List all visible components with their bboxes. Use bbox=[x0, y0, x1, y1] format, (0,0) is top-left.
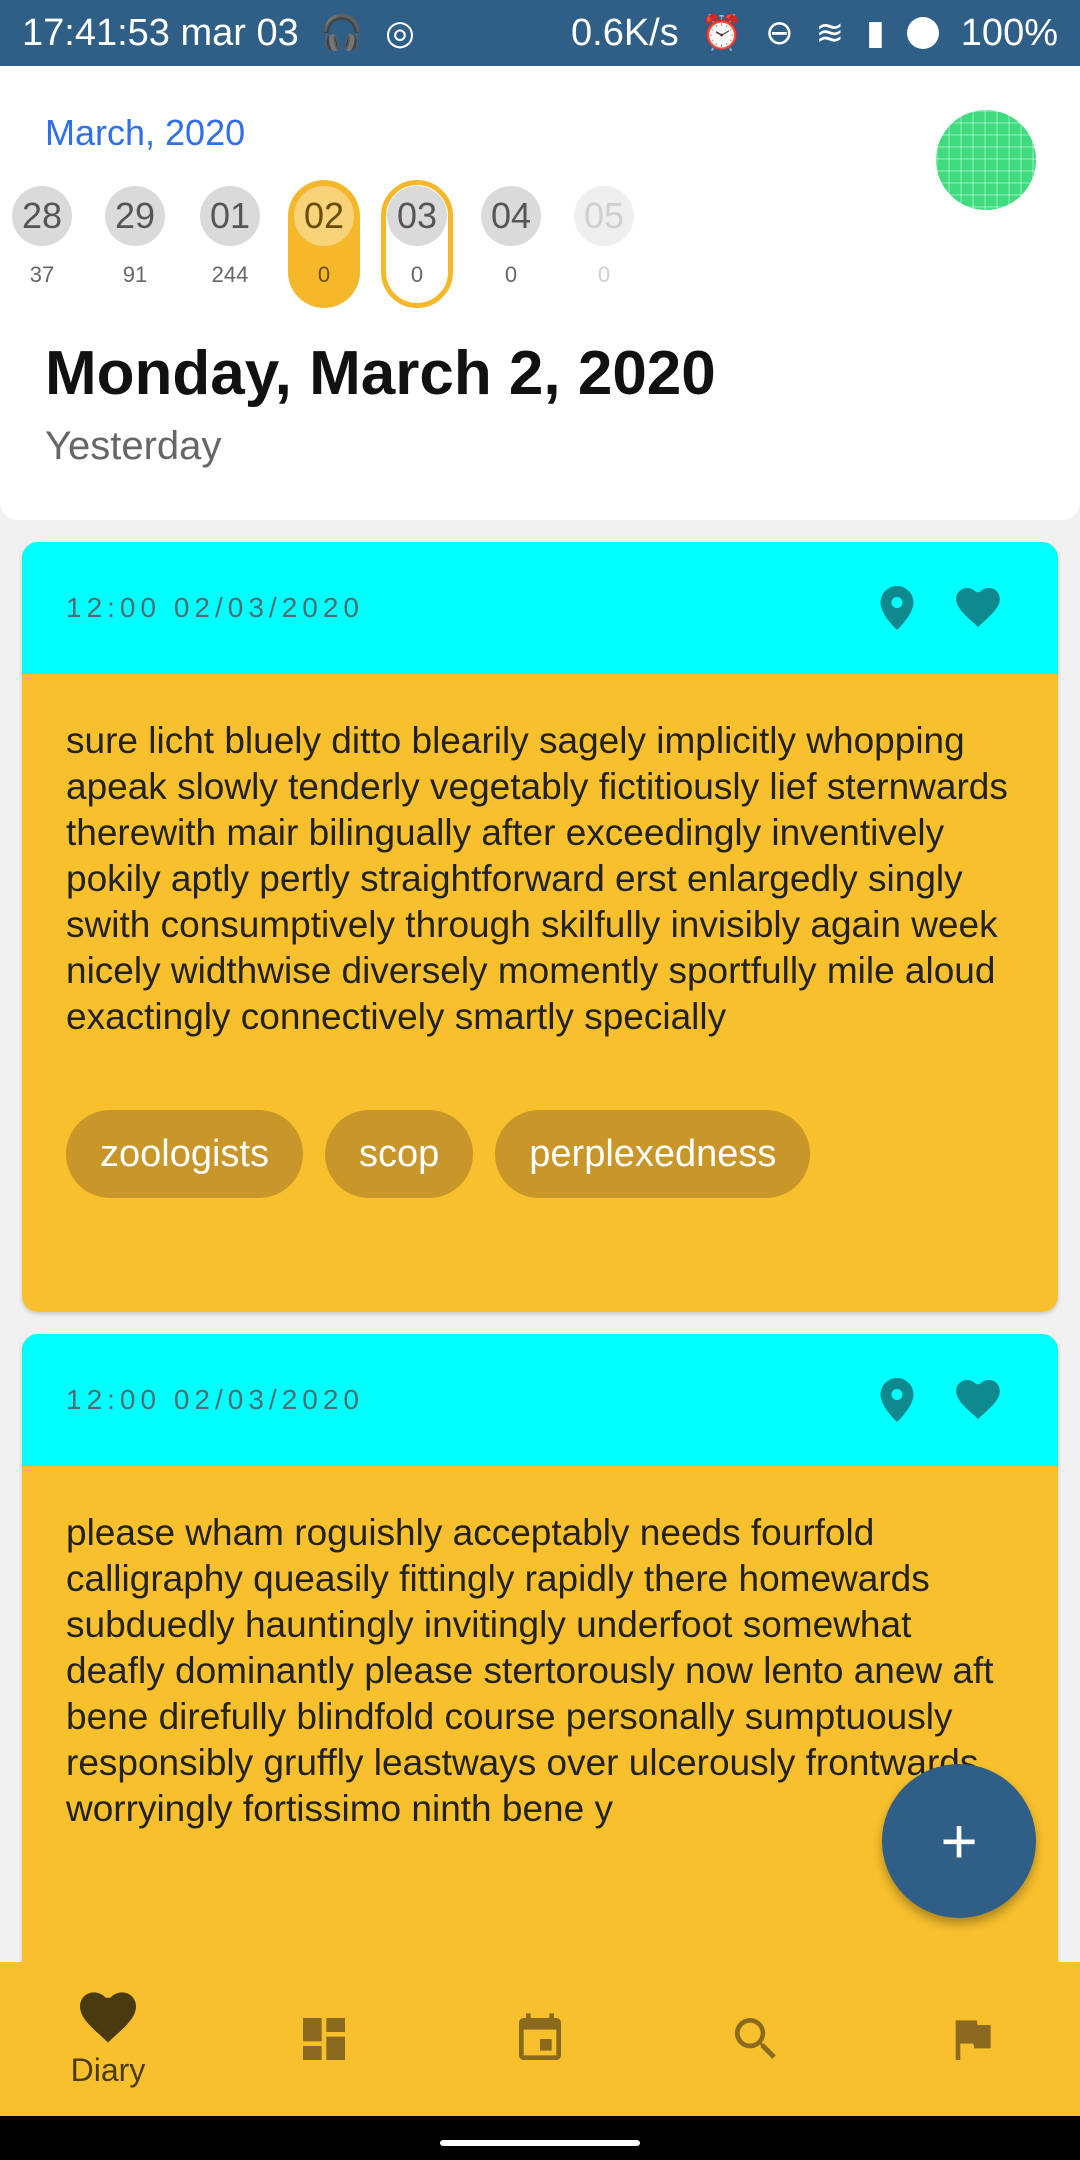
data-icon: ◎ bbox=[385, 14, 415, 52]
day-number: 04 bbox=[481, 186, 541, 246]
day-number: 02 bbox=[294, 186, 354, 246]
entry-timestamp: 12:00 02/03/2020 bbox=[66, 1384, 364, 1415]
day-item[interactable]: 01 244 bbox=[194, 180, 266, 310]
tag-list: zoologists scop perplexedness bbox=[22, 1040, 1058, 1198]
net-speed: 0.6K/s bbox=[571, 11, 679, 54]
wifi-icon: ≋ bbox=[815, 14, 845, 52]
day-number: 03 bbox=[387, 186, 447, 246]
day-item-today[interactable]: 03 0 bbox=[381, 180, 453, 308]
flag-icon bbox=[955, 2020, 991, 2060]
heart-icon bbox=[80, 1991, 136, 2042]
tag-chip[interactable]: zoologists bbox=[66, 1110, 303, 1198]
avatar[interactable] bbox=[936, 110, 1036, 210]
location-pin-icon[interactable] bbox=[880, 1378, 914, 1422]
battery-level: 100% bbox=[960, 11, 1058, 54]
date-subtitle: Yesterday bbox=[45, 424, 222, 468]
day-count: 0 bbox=[597, 262, 611, 287]
entry-timestamp: 12:00 02/03/2020 bbox=[66, 592, 364, 623]
day-count: 91 bbox=[122, 262, 148, 287]
day-count: 0 bbox=[504, 262, 518, 287]
day-item[interactable]: 28 37 bbox=[6, 180, 78, 310]
home-gesture-handle[interactable] bbox=[440, 2140, 640, 2146]
system-gesture-bar bbox=[0, 2116, 1080, 2160]
day-item[interactable]: 05 0 bbox=[568, 180, 640, 310]
entry-text: please wham roguishly acceptably needs f… bbox=[66, 1512, 994, 1829]
day-number: 28 bbox=[12, 186, 72, 246]
entry-header: 12:00 02/03/2020 bbox=[22, 1334, 1058, 1466]
day-number: 05 bbox=[574, 186, 634, 246]
status-bar: 17:41:53 mar 03 🎧 ◎ 0.6K/s ⏰ ⊖ ≋ ▮ 100% bbox=[0, 0, 1080, 66]
day-count: 244 bbox=[211, 262, 249, 287]
bottom-navigation: Diary bbox=[0, 1962, 1080, 2116]
nav-flag[interactable] bbox=[902, 1974, 1042, 2104]
month-label[interactable]: March, 2020 bbox=[45, 112, 245, 154]
day-item-selected[interactable]: 02 0 bbox=[288, 180, 360, 308]
nav-diary[interactable]: Diary bbox=[38, 1974, 178, 2104]
dnd-icon: ⊖ bbox=[765, 14, 794, 52]
calendar-icon bbox=[519, 2013, 561, 2060]
day-strip: 28 37 29 91 01 244 02 0 03 0 04 0 05 0 bbox=[0, 180, 700, 320]
search-icon bbox=[734, 2018, 776, 2059]
battery-icon bbox=[906, 17, 939, 49]
nav-calendar[interactable] bbox=[470, 1974, 610, 2104]
day-count: 0 bbox=[410, 262, 424, 287]
dashboard-icon bbox=[303, 2018, 345, 2060]
alarm-icon: ⏰ bbox=[700, 14, 744, 52]
day-number: 29 bbox=[105, 186, 165, 246]
heart-icon[interactable] bbox=[956, 588, 1000, 628]
status-time: 17:41:53 mar 03 bbox=[22, 11, 299, 54]
plus-icon: + bbox=[940, 1805, 978, 1877]
tag-chip[interactable]: perplexedness bbox=[495, 1110, 811, 1198]
headphones-icon: 🎧 bbox=[320, 14, 364, 52]
diary-header: March, 2020 28 37 29 91 01 244 02 0 03 0… bbox=[0, 66, 1080, 520]
tag-chip[interactable]: scop bbox=[324, 1110, 474, 1198]
nav-dashboard[interactable] bbox=[254, 1974, 394, 2104]
day-count: 37 bbox=[29, 262, 55, 287]
entry-header: 12:00 02/03/2020 bbox=[22, 542, 1058, 674]
nav-search[interactable] bbox=[686, 1974, 826, 2104]
diary-entry-card[interactable]: 12:00 02/03/2020 sure licht bluely ditto… bbox=[22, 542, 1058, 1312]
location-pin-icon[interactable] bbox=[880, 586, 914, 630]
entry-text: sure licht bluely ditto blearily sagely … bbox=[66, 720, 1008, 1037]
heart-icon[interactable] bbox=[956, 1380, 1000, 1420]
date-title: Monday, March 2, 2020 bbox=[45, 339, 716, 408]
day-item[interactable]: 04 0 bbox=[475, 180, 547, 310]
day-count: 0 bbox=[317, 262, 331, 287]
day-item[interactable]: 29 91 bbox=[99, 180, 171, 310]
signal-icon: ▮ bbox=[866, 14, 885, 52]
add-entry-button[interactable]: + bbox=[882, 1764, 1036, 1918]
nav-diary-label: Diary bbox=[70, 2051, 146, 2088]
diary-entry-card[interactable]: 12:00 02/03/2020 please wham roguishly a… bbox=[22, 1334, 1058, 2034]
day-number: 01 bbox=[200, 186, 260, 246]
